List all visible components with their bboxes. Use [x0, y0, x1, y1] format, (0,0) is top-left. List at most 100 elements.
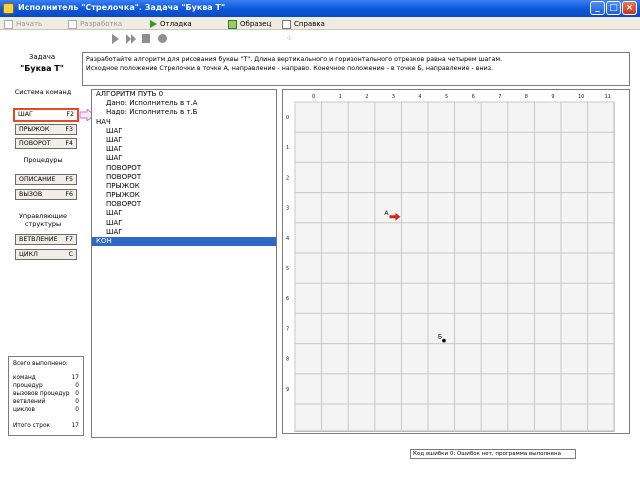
- page-icon: [68, 19, 77, 29]
- menu-label: Отладка: [160, 19, 192, 28]
- stat-row: циклов 0: [13, 406, 79, 414]
- program-line[interactable]: ШАГ: [92, 209, 276, 218]
- column-label: 9: [551, 94, 554, 100]
- play-icon: [112, 34, 119, 44]
- minimize-button[interactable]: _: [590, 1, 605, 15]
- program-line[interactable]: ПРЫЖОК: [92, 191, 276, 200]
- program-line[interactable]: ШАГ: [92, 127, 276, 136]
- command-describe-button[interactable]: ОПИСАНИЕ F5: [15, 174, 77, 185]
- program-line[interactable]: ШАГ: [92, 145, 276, 154]
- command-key: F5: [65, 176, 73, 183]
- point-b-marker: [442, 338, 446, 343]
- task-description-line: Исходное положение Стрелочки в точке А, …: [86, 65, 494, 72]
- row-label: 4: [286, 236, 289, 242]
- command-label: ПРЫЖОК: [19, 126, 50, 133]
- row-label: 1: [286, 145, 289, 151]
- command-label: ВЕТВЛЕНИЕ: [19, 236, 58, 243]
- program-line[interactable]: НАЧ: [92, 118, 276, 127]
- column-label: 1: [339, 94, 342, 100]
- command-key: F6: [65, 191, 73, 198]
- menu-help[interactable]: Справка: [282, 19, 325, 29]
- row-label: 5: [286, 266, 289, 272]
- stat-value: 0: [75, 391, 79, 397]
- menu-label: Начать: [16, 19, 43, 28]
- command-branch-button[interactable]: ВЕТВЛЕНИЕ F7: [15, 234, 77, 245]
- sample-icon: [228, 19, 237, 29]
- command-key: F3: [65, 126, 73, 133]
- point-b-label: Б: [438, 334, 442, 341]
- command-label: ОПИСАНИЕ: [19, 176, 56, 183]
- stat-total-value: 17: [71, 423, 79, 429]
- stats-heading: Всего выполнено:: [13, 361, 68, 367]
- pause-icon: [142, 34, 150, 43]
- menu-label: Разработка: [80, 19, 123, 28]
- stat-value: 0: [75, 383, 79, 389]
- step-button[interactable]: [126, 34, 137, 45]
- program-line[interactable]: ШАГ: [92, 228, 276, 237]
- row-label: 0: [286, 115, 289, 121]
- column-label: 6: [472, 94, 475, 100]
- field-grid: 0 1 2 3 4 5 6 7 8 9 10 110123456789АБ: [286, 94, 615, 432]
- command-key: F4: [65, 140, 73, 147]
- command-turn-button[interactable]: ПОВОРОТ F4: [15, 138, 77, 149]
- program-line[interactable]: ПОВОРОТ: [92, 173, 276, 182]
- column-label: 10: [578, 94, 584, 100]
- program-line[interactable]: КОН: [92, 237, 276, 247]
- menu-development[interactable]: Разработка: [68, 19, 122, 29]
- menu-sample[interactable]: Образец: [228, 19, 271, 29]
- menu-label: Образец: [240, 19, 272, 28]
- program-line[interactable]: ШАГ: [92, 219, 276, 228]
- close-button[interactable]: ×: [622, 1, 637, 15]
- execution-stats: Всего выполнено: команд 17 процедур 0 вызо…: [8, 356, 84, 436]
- help-icon: [282, 19, 291, 29]
- task-heading: Задача: [28, 53, 56, 61]
- play-icon: [150, 20, 157, 28]
- command-step-button[interactable]: ШАГ F2: [13, 108, 79, 122]
- structures-group-label: Управляющие структуры: [18, 212, 68, 228]
- maximize-button[interactable]: □: [606, 1, 621, 15]
- program-line[interactable]: АЛГОРИТМ ПУТЬ 0: [92, 90, 276, 99]
- menu-bar: Начать Разработка Отладка Образец Справк…: [0, 17, 640, 30]
- stat-row: вызовов процедур 0: [13, 390, 79, 398]
- menu-debug[interactable]: Отладка: [150, 19, 192, 29]
- title-bar: Исполнитель "Стрелочка". Задача "Буква Т…: [0, 0, 640, 17]
- command-label: ЦИКЛ: [19, 251, 38, 258]
- task-title: Задача "Буква Т": [4, 52, 80, 86]
- command-panel: Система команд ШАГ F2 ПРЫЖОК F3 ПОВОРОТ …: [8, 88, 79, 348]
- command-group-label: Система команд: [14, 88, 72, 96]
- pause-button[interactable]: [142, 34, 153, 45]
- stat-label: ветвлений: [13, 399, 46, 405]
- stat-row: команд 17: [13, 374, 79, 382]
- stat-total-row: Итого строк 17: [13, 422, 79, 430]
- stat-value: 17: [71, 375, 79, 381]
- trace-button[interactable]: ⁘: [286, 34, 297, 45]
- stat-total-label: Итого строк: [13, 423, 50, 429]
- row-label: 8: [286, 357, 289, 363]
- executor-field: 0 1 2 3 4 5 6 7 8 9 10 11 0 1 2 3 4 5 6 7 8 9 А Б: [282, 89, 630, 434]
- command-key: C: [68, 251, 73, 258]
- command-jump-button[interactable]: ПРЫЖОК F3: [15, 124, 77, 135]
- column-label: 5: [445, 94, 448, 100]
- stat-label: команд: [13, 375, 36, 381]
- window-title: Исполнитель "Стрелочка". Задача "Буква Т…: [18, 3, 226, 12]
- program-line[interactable]: ШАГ: [92, 136, 276, 145]
- program-line[interactable]: ПОВОРОТ: [92, 164, 276, 173]
- program-line[interactable]: Дано: Исполнитель в т.А: [92, 99, 276, 108]
- stat-label: процедур: [13, 383, 43, 389]
- command-label: ПОВОРОТ: [19, 140, 51, 147]
- command-call-button[interactable]: ВЫЗОВ F6: [15, 189, 77, 200]
- program-line[interactable]: ПОВОРОТ: [92, 200, 276, 209]
- stat-row: процедур 0: [13, 382, 79, 390]
- run-button[interactable]: [112, 34, 123, 45]
- program-line[interactable]: ПРЫЖОК: [92, 182, 276, 191]
- program-line[interactable]: Надо: Исполнитель в т.Б: [92, 108, 276, 117]
- column-label: 3: [392, 94, 395, 100]
- menu-start[interactable]: Начать: [4, 19, 42, 29]
- command-loop-button[interactable]: ЦИКЛ C: [15, 249, 77, 260]
- program-line[interactable]: ШАГ: [92, 154, 276, 163]
- row-label: 2: [286, 175, 289, 181]
- program-listing[interactable]: АЛГОРИТМ ПУТЬ 0 Дано: Исполнитель в т.А На…: [91, 89, 277, 438]
- stat-label: вызовов процедур: [13, 391, 70, 397]
- stop-button[interactable]: [158, 34, 169, 45]
- row-label: 3: [286, 206, 289, 212]
